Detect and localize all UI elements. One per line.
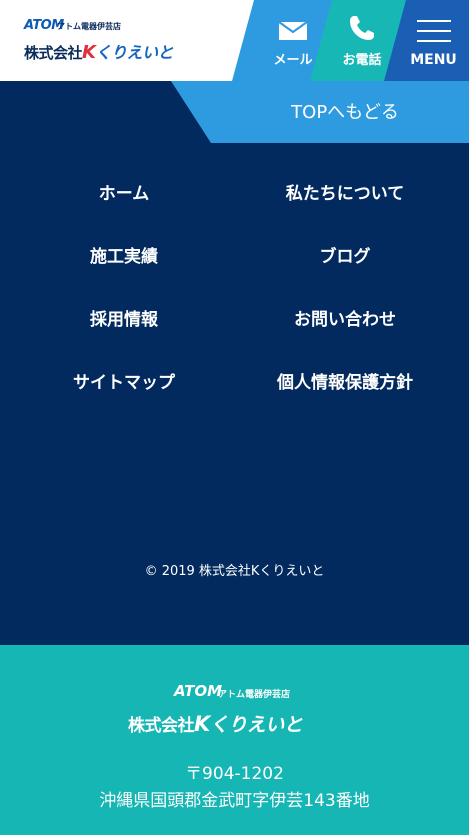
- menu-label: MENU: [410, 52, 457, 68]
- footer-atom-shop-name: アトム電器伊芸店: [218, 690, 291, 700]
- nav-item-blog[interactable]: ブログ: [228, 242, 462, 267]
- footer-company-brand: くりえいと: [209, 714, 303, 736]
- company-name: 株式会社Kくりえいと: [24, 39, 173, 63]
- phone-icon: [350, 16, 374, 40]
- nav-item-works[interactable]: 施工実績: [7, 242, 241, 267]
- postal-code: 〒904-1202: [185, 764, 284, 784]
- nav-item-privacy[interactable]: 個人情報保護方針: [228, 368, 462, 393]
- nav-item-home[interactable]: ホーム: [7, 179, 241, 204]
- nav-item-sitemap[interactable]: サイトマップ: [7, 368, 241, 393]
- atom-shop-name: アトム電器伊芸店: [57, 22, 121, 31]
- footer-company-name: 株式会社Kくりえいと: [128, 710, 303, 737]
- site-header: ATOM アトム電器伊芸店 株式会社Kくりえいと メール お電話 MENU: [0, 0, 469, 81]
- company-brand: くりえいと: [95, 43, 173, 62]
- company-k: K: [82, 42, 96, 63]
- nav-item-contact[interactable]: お問い合わせ: [228, 305, 462, 330]
- mail-label: メール: [273, 53, 313, 68]
- mail-icon: [278, 21, 308, 40]
- site-footer: ATOM アトム電器伊芸店 株式会社Kくりえいと 〒904-1202 沖縄県国頭…: [0, 645, 469, 835]
- footer-company-prefix: 株式会社: [128, 716, 195, 736]
- footer-logo: ATOM アトム電器伊芸店 株式会社Kくりえいと: [128, 682, 348, 738]
- footer-company-k: K: [194, 712, 210, 736]
- phone-label: お電話: [342, 53, 382, 68]
- nav-item-recruit[interactable]: 採用情報: [7, 305, 241, 330]
- footer-atom-logo-mark: ATOM: [174, 682, 223, 700]
- site-logo[interactable]: ATOM アトム電器伊芸店 株式会社Kくりえいと: [24, 18, 184, 63]
- copyright: © 2019 株式会社Kくりえいと: [144, 564, 325, 579]
- address: 沖縄県国頭郡金武町字伊芸143番地: [99, 791, 370, 811]
- nav-item-about[interactable]: 私たちについて: [228, 179, 462, 204]
- company-prefix: 株式会社: [24, 44, 83, 62]
- back-to-top-button[interactable]: TOPへもどる: [171, 81, 469, 143]
- hamburger-icon: [416, 20, 451, 42]
